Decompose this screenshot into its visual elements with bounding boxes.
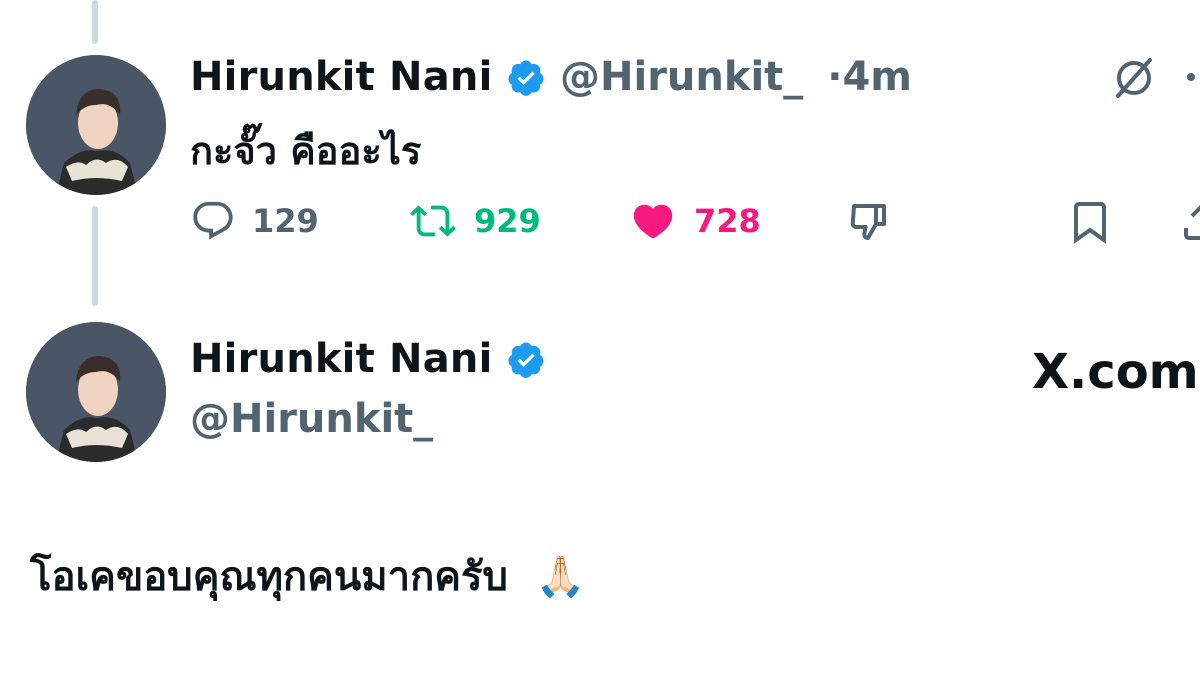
tweet-text-body: โอเคขอบคุณทุกคนมากครับ bbox=[30, 554, 508, 600]
verified-badge-icon bbox=[508, 342, 544, 378]
reply-count: 129 bbox=[252, 202, 319, 240]
retweet-count: 929 bbox=[474, 202, 541, 240]
share-icon[interactable] bbox=[1178, 198, 1200, 246]
thread-line-top bbox=[92, 0, 98, 44]
avatar[interactable] bbox=[26, 55, 166, 195]
author-handle[interactable]: @Hirunkit_ ·4m bbox=[560, 54, 912, 100]
reply-button[interactable]: 129 bbox=[190, 198, 319, 244]
avatar-image bbox=[26, 322, 166, 462]
folded-hands-emoji: 🙏🏻 bbox=[535, 554, 586, 600]
like-button[interactable]: 728 bbox=[628, 198, 761, 244]
avatar-image bbox=[26, 55, 166, 195]
x-logo-icon: X.com bbox=[1032, 344, 1199, 400]
retweet-icon bbox=[410, 205, 456, 237]
author-handle[interactable]: @Hirunkit_ bbox=[190, 396, 433, 442]
tweet-text: โอเคขอบคุณทุกคนมากครับ 🙏🏻 bbox=[30, 544, 586, 608]
avatar[interactable] bbox=[26, 322, 166, 462]
author-name[interactable]: Hirunkit Nani bbox=[190, 336, 492, 382]
bookmark-icon[interactable] bbox=[1066, 198, 1114, 246]
x-com-brand: X.com bbox=[1032, 344, 1199, 400]
more-dots-icon[interactable] bbox=[1182, 68, 1200, 86]
like-count: 728 bbox=[694, 202, 761, 240]
dislike-icon[interactable] bbox=[846, 198, 894, 246]
reply-icon bbox=[193, 201, 233, 240]
slash-circle-icon[interactable] bbox=[1110, 54, 1158, 102]
retweet-button[interactable]: 929 bbox=[408, 198, 541, 244]
like-icon bbox=[633, 204, 673, 239]
separator-dot: · bbox=[827, 54, 843, 100]
tweet-time[interactable]: 4m bbox=[842, 54, 912, 100]
author-name[interactable]: Hirunkit Nani bbox=[190, 54, 492, 100]
tweet-text: กะจั๊ว คืออะไร bbox=[190, 129, 422, 173]
handle-text[interactable]: @Hirunkit_ bbox=[560, 54, 803, 100]
verified-badge-icon bbox=[508, 60, 544, 96]
thread-line-middle bbox=[92, 206, 98, 306]
